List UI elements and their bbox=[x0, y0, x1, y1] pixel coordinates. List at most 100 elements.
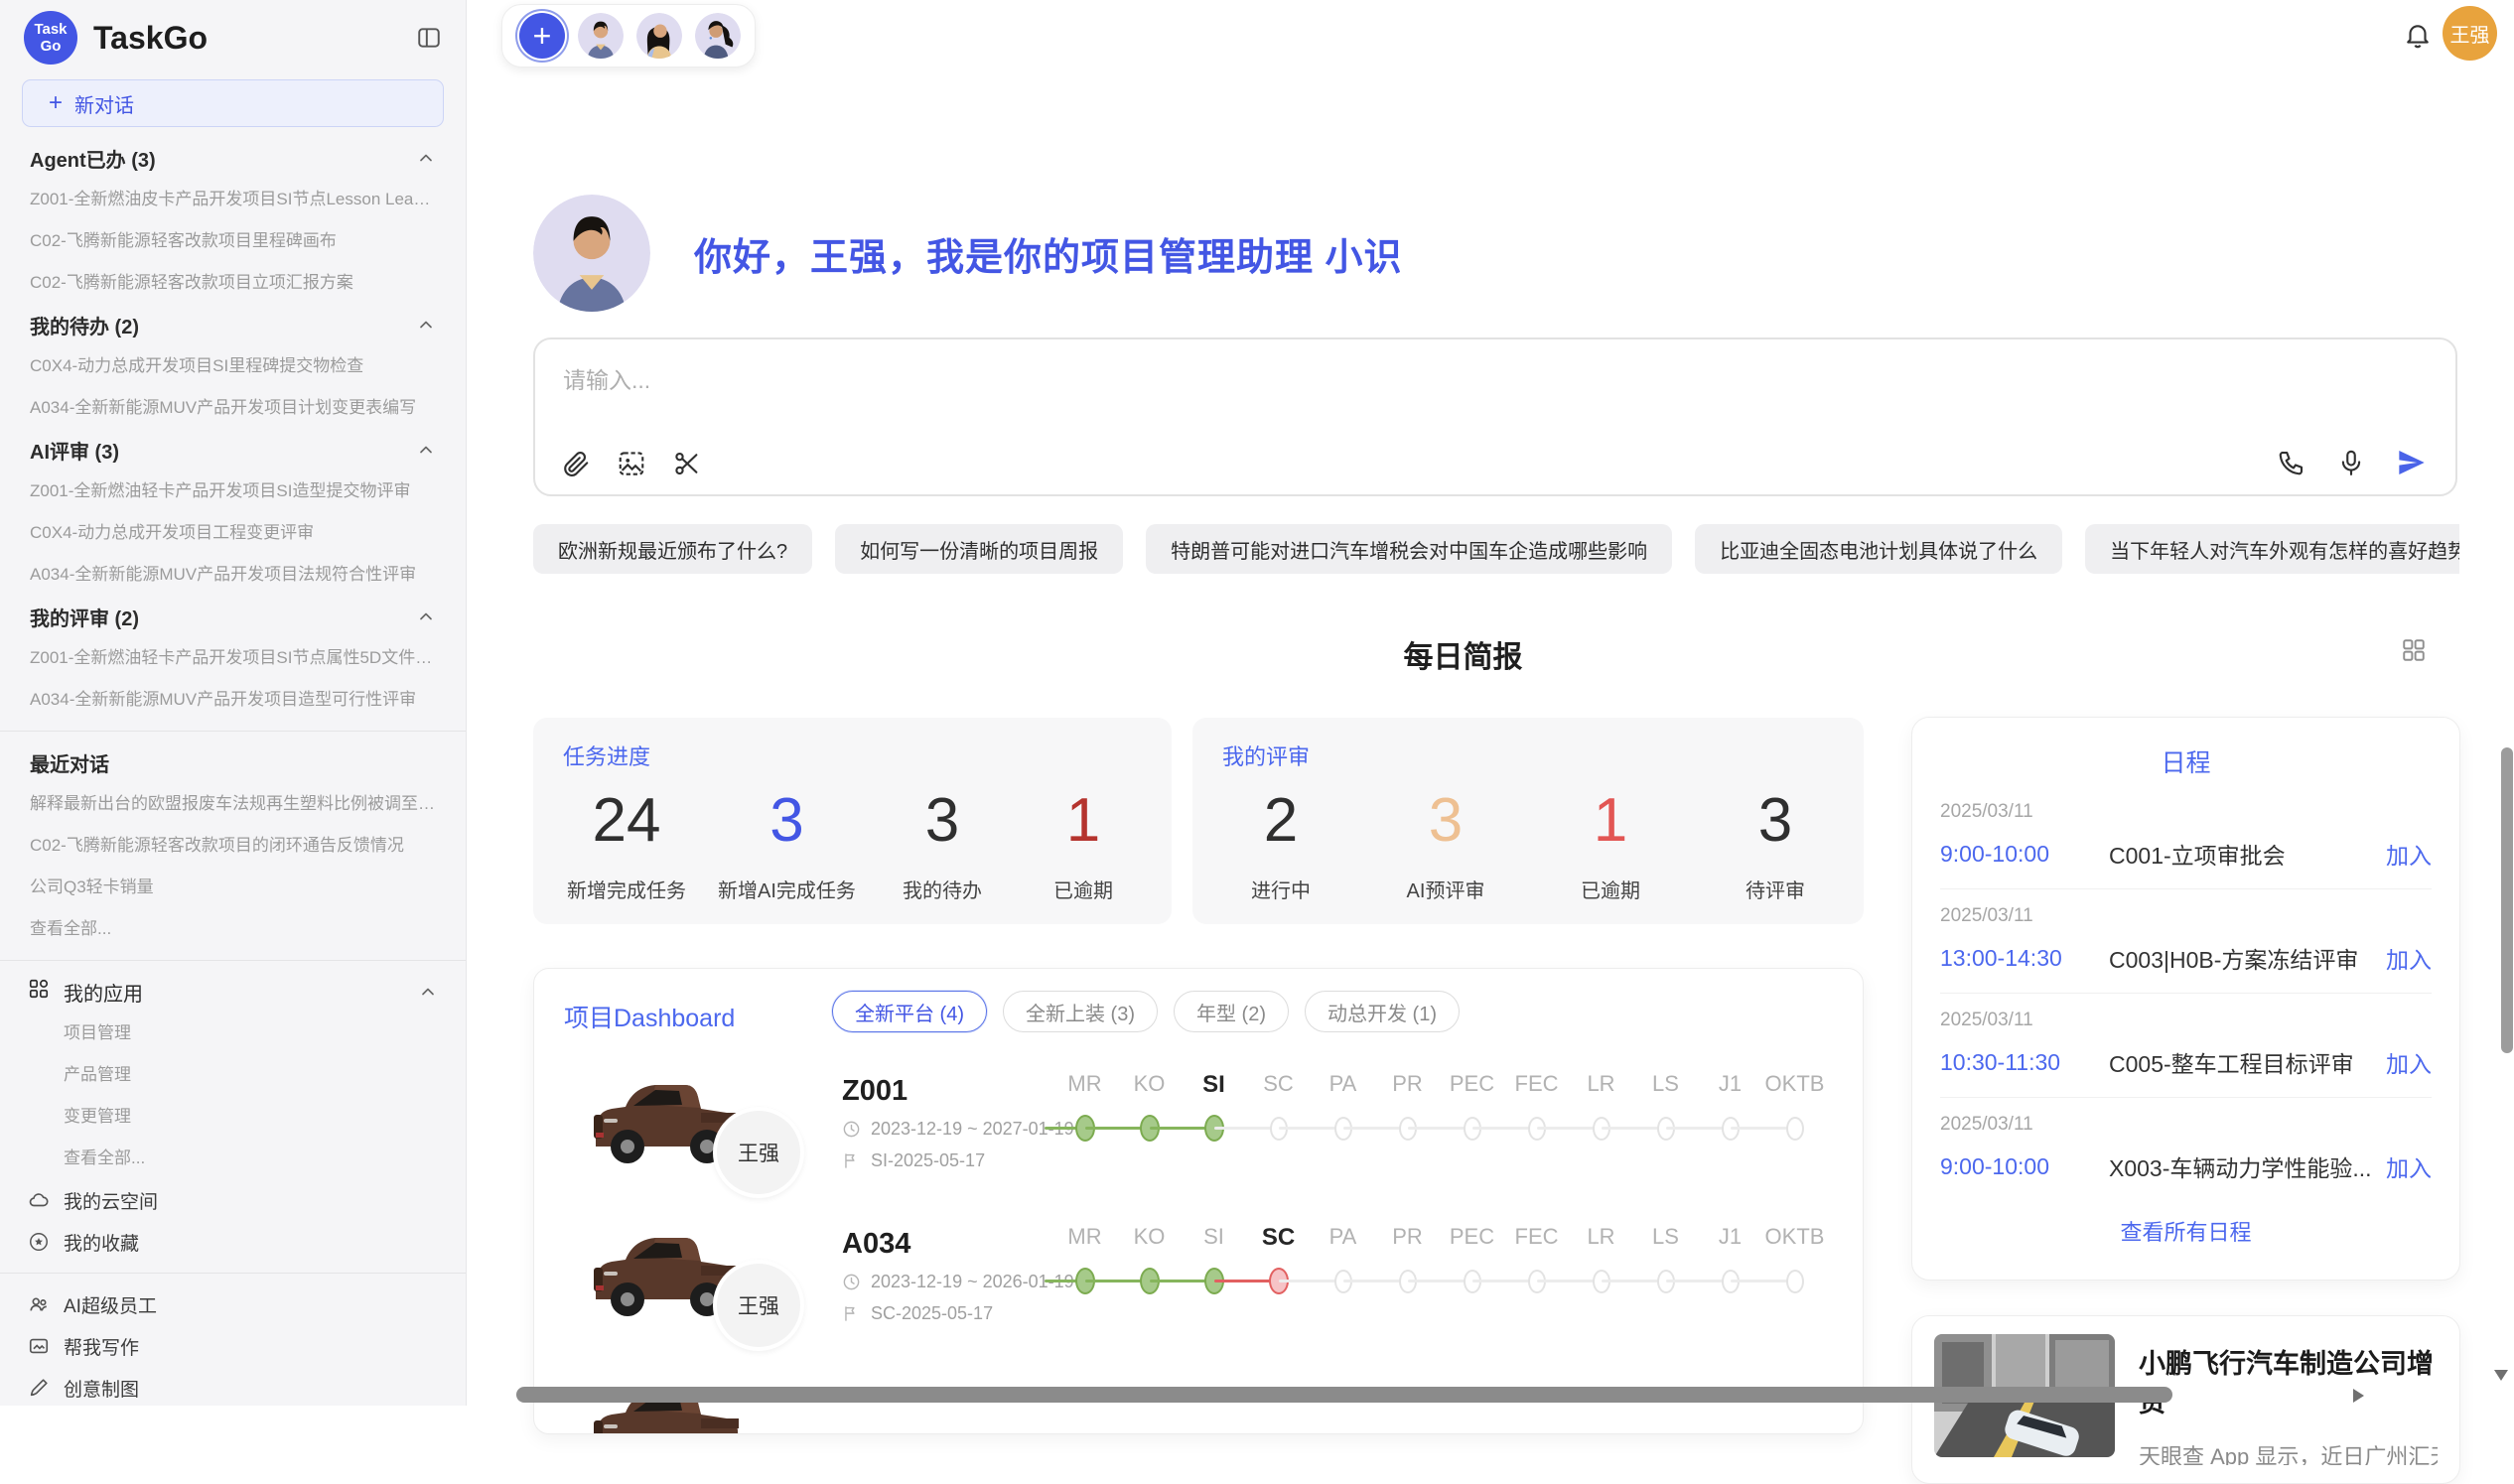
horizontal-scrollbar-thumb[interactable] bbox=[516, 1387, 2172, 1403]
vertical-scrollbar-thumb[interactable] bbox=[2501, 747, 2513, 1053]
sidebar-section-header[interactable]: AI评审 (3) bbox=[0, 429, 466, 471]
event-title: C001-立项审批会 bbox=[2109, 837, 2386, 871]
message-input[interactable] bbox=[563, 361, 2152, 421]
sidebar-item-writing[interactable]: 帮我写作 bbox=[0, 1325, 466, 1367]
event-date: 2025/03/11 bbox=[1940, 905, 2432, 927]
suggestion-chip[interactable]: 如何写一份清晰的项目周报 bbox=[835, 524, 1123, 574]
milestone-label: MR bbox=[1052, 1071, 1117, 1099]
writing-label: 帮我写作 bbox=[64, 1333, 139, 1360]
stat-value: 24 bbox=[593, 789, 661, 853]
sidebar-conversation-item[interactable]: Z001-全新燃油轻卡产品开发项目SI造型提交物评审 bbox=[0, 471, 466, 512]
phone-call-icon[interactable] bbox=[2277, 448, 2306, 477]
stat-value: 1 bbox=[1066, 789, 1100, 853]
sidebar-conversation-item[interactable]: Z001-全新燃油轻卡产品开发项目SI节点属性5D文件评审 bbox=[0, 637, 466, 679]
chevron-up-icon[interactable] bbox=[416, 607, 436, 626]
dashboard-tab[interactable]: 年型 (2) bbox=[1174, 991, 1289, 1032]
dashboard-tab[interactable]: 全新上装 (3) bbox=[1003, 991, 1158, 1032]
project-date-range: 2023-12-19 ~ 2026-01-19 bbox=[871, 1272, 1074, 1292]
briefing-layout-icon[interactable] bbox=[2401, 637, 2427, 668]
milestone-dot[interactable] bbox=[1786, 1117, 1804, 1141]
project-owner-avatar: 王强 bbox=[713, 1260, 804, 1351]
microphone-icon[interactable] bbox=[2336, 448, 2366, 477]
cloud-icon bbox=[28, 1189, 50, 1211]
user-avatar[interactable]: 王强 bbox=[2443, 6, 2497, 61]
app-menu-item[interactable]: 产品管理 bbox=[0, 1054, 466, 1096]
stat-item: 2进行中 bbox=[1226, 789, 1335, 903]
member-avatar[interactable] bbox=[695, 13, 741, 59]
schedule-events: 2025/03/119:00-10:00C001-立项审批会加入2025/03/… bbox=[1940, 785, 2432, 1201]
milestone-label: LR bbox=[1569, 1071, 1633, 1099]
project-row: 王强Z0012023-12-19 ~ 2027-01-19SI-2025-05-… bbox=[534, 1049, 1863, 1202]
event-join-link[interactable]: 加入 bbox=[2386, 941, 2432, 975]
milestone-label: LS bbox=[1633, 1224, 1698, 1252]
sidebar-item-my-apps[interactable]: 我的应用 bbox=[0, 971, 466, 1012]
recent-chat-item[interactable]: 公司Q3轻卡销量 bbox=[0, 867, 466, 908]
image-upload-icon[interactable] bbox=[617, 449, 646, 478]
scissors-icon[interactable] bbox=[672, 449, 702, 478]
sidebar-item-drawing[interactable]: 创意制图 bbox=[0, 1367, 466, 1406]
chevron-up-icon[interactable] bbox=[416, 440, 436, 460]
new-chat-button[interactable]: + 新对话 bbox=[22, 79, 444, 127]
suggestion-chip[interactable]: 比亚迪全固态电池计划具体说了什么 bbox=[1695, 524, 2062, 574]
sidebar-section-header[interactable]: Agent已办 (3) bbox=[0, 137, 466, 179]
sidebar-conversation-item[interactable]: A034-全新新能源MUV产品开发项目法规符合性评审 bbox=[0, 554, 466, 596]
stats-row: 2进行中3AI预评审1已逾期3待评审 bbox=[1226, 789, 1830, 903]
event-date: 2025/03/11 bbox=[1940, 801, 2432, 823]
recent-chat-item[interactable]: 解释最新出台的欧盟报废车法规再生塑料比例被调至15%... bbox=[0, 783, 466, 825]
app-logo-text-bottom: Go bbox=[41, 38, 62, 55]
member-avatar[interactable] bbox=[636, 13, 682, 59]
chevron-up-icon[interactable] bbox=[418, 982, 438, 1002]
greeting-text: 你好，王强，我是你的项目管理助理 小识 bbox=[694, 226, 1403, 281]
sidebar-collapse-icon[interactable] bbox=[416, 25, 442, 51]
milestone-label: KO bbox=[1117, 1224, 1182, 1252]
recent-chats-label: 最近对话 bbox=[30, 748, 109, 777]
sidebar-conversation-item[interactable]: C02-飞腾新能源轻客改款项目里程碑画布 bbox=[0, 220, 466, 262]
suggestion-chip[interactable]: 当下年轻人对汽车外观有怎样的喜好趋势 bbox=[2085, 524, 2459, 574]
news-body: 天眼查 App 显示，近日广州汇天飞行汽... bbox=[2139, 1439, 2438, 1465]
suggestion-chip[interactable]: 欧洲新规最近颁布了什么? bbox=[533, 524, 812, 574]
sidebar-sections: Agent已办 (3)Z001-全新燃油皮卡产品开发项目SI节点Lesson L… bbox=[0, 137, 466, 721]
dashboard-tab[interactable]: 动总开发 (1) bbox=[1305, 991, 1460, 1032]
app-menu-item[interactable]: 查看全部... bbox=[0, 1138, 466, 1179]
sidebar-conversation-item[interactable]: C0X4-动力总成开发项目SI里程碑提交物检查 bbox=[0, 345, 466, 387]
sidebar-conversation-item[interactable]: C02-飞腾新能源轻客改款项目立项汇报方案 bbox=[0, 262, 466, 304]
card-title: 任务进度 bbox=[563, 740, 650, 771]
recent-chat-item[interactable]: C02-飞腾新能源轻客改款项目的闭环通告反馈情况 bbox=[0, 825, 466, 867]
sidebar-conversation-item[interactable]: Z001-全新燃油皮卡产品开发项目SI节点Lesson Learn报告 bbox=[0, 179, 466, 220]
sidebar-item-cloud-space[interactable]: 我的云空间 bbox=[0, 1179, 466, 1221]
member-avatar[interactable] bbox=[578, 13, 624, 59]
sidebar-section-header[interactable]: 我的待办 (2) bbox=[0, 304, 466, 345]
sidebar-conversation-item[interactable]: A034-全新新能源MUV产品开发项目计划变更表编写 bbox=[0, 387, 466, 429]
flag-icon bbox=[842, 1151, 861, 1170]
attachment-icon[interactable] bbox=[561, 449, 591, 478]
app-logo-text-top: Task bbox=[34, 21, 67, 38]
recent-chat-item[interactable]: 查看全部... bbox=[0, 908, 466, 950]
notification-bell-icon[interactable] bbox=[2403, 20, 2433, 55]
scroll-right-arrow-icon[interactable] bbox=[2353, 1389, 2364, 1403]
event-title: C005-整车工程目标评审 bbox=[2109, 1045, 2386, 1079]
send-icon[interactable] bbox=[2396, 447, 2428, 478]
event-join-link[interactable]: 加入 bbox=[2386, 1045, 2432, 1079]
sidebar-section-header[interactable]: 我的评审 (2) bbox=[0, 596, 466, 637]
scroll-down-arrow-icon[interactable] bbox=[2494, 1370, 2508, 1381]
event-join-link[interactable]: 加入 bbox=[2386, 837, 2432, 871]
add-member-button[interactable]: + bbox=[519, 13, 565, 59]
app-menu-item[interactable]: 项目管理 bbox=[0, 1012, 466, 1054]
suggestion-chip[interactable]: 特朗普可能对进口汽车增税会对中国车企造成哪些影响 bbox=[1146, 524, 1672, 574]
app-menu-item[interactable]: 变更管理 bbox=[0, 1096, 466, 1138]
chevron-up-icon[interactable] bbox=[416, 315, 436, 335]
dashboard-tab[interactable]: 全新平台 (4) bbox=[832, 991, 987, 1032]
event-join-link[interactable]: 加入 bbox=[2386, 1149, 2432, 1183]
view-all-schedule-link[interactable]: 查看所有日程 bbox=[1940, 1215, 2432, 1247]
sidebar-conversation-item[interactable]: A034-全新新能源MUV产品开发项目造型可行性评审 bbox=[0, 679, 466, 721]
card-title: 我的评审 bbox=[1222, 740, 1310, 771]
milestone-track: MRKOSISCPAPRPECFECLRLSJ1OKTB bbox=[1052, 1224, 1837, 1299]
project-owner-avatar: 王强 bbox=[713, 1107, 804, 1198]
schedule-event: 2025/03/1113:00-14:30C003|H0B-方案冻结评审加入 bbox=[1940, 889, 2432, 994]
sidebar-item-ai-staff[interactable]: AI超级员工 bbox=[0, 1283, 466, 1325]
sidebar-conversation-item[interactable]: C0X4-动力总成开发项目工程变更评审 bbox=[0, 512, 466, 554]
stat-label: 已逾期 bbox=[1581, 875, 1640, 903]
chevron-up-icon[interactable] bbox=[416, 148, 436, 168]
sidebar-item-favorites[interactable]: 我的收藏 bbox=[0, 1221, 466, 1263]
milestone-dot[interactable] bbox=[1786, 1270, 1804, 1293]
